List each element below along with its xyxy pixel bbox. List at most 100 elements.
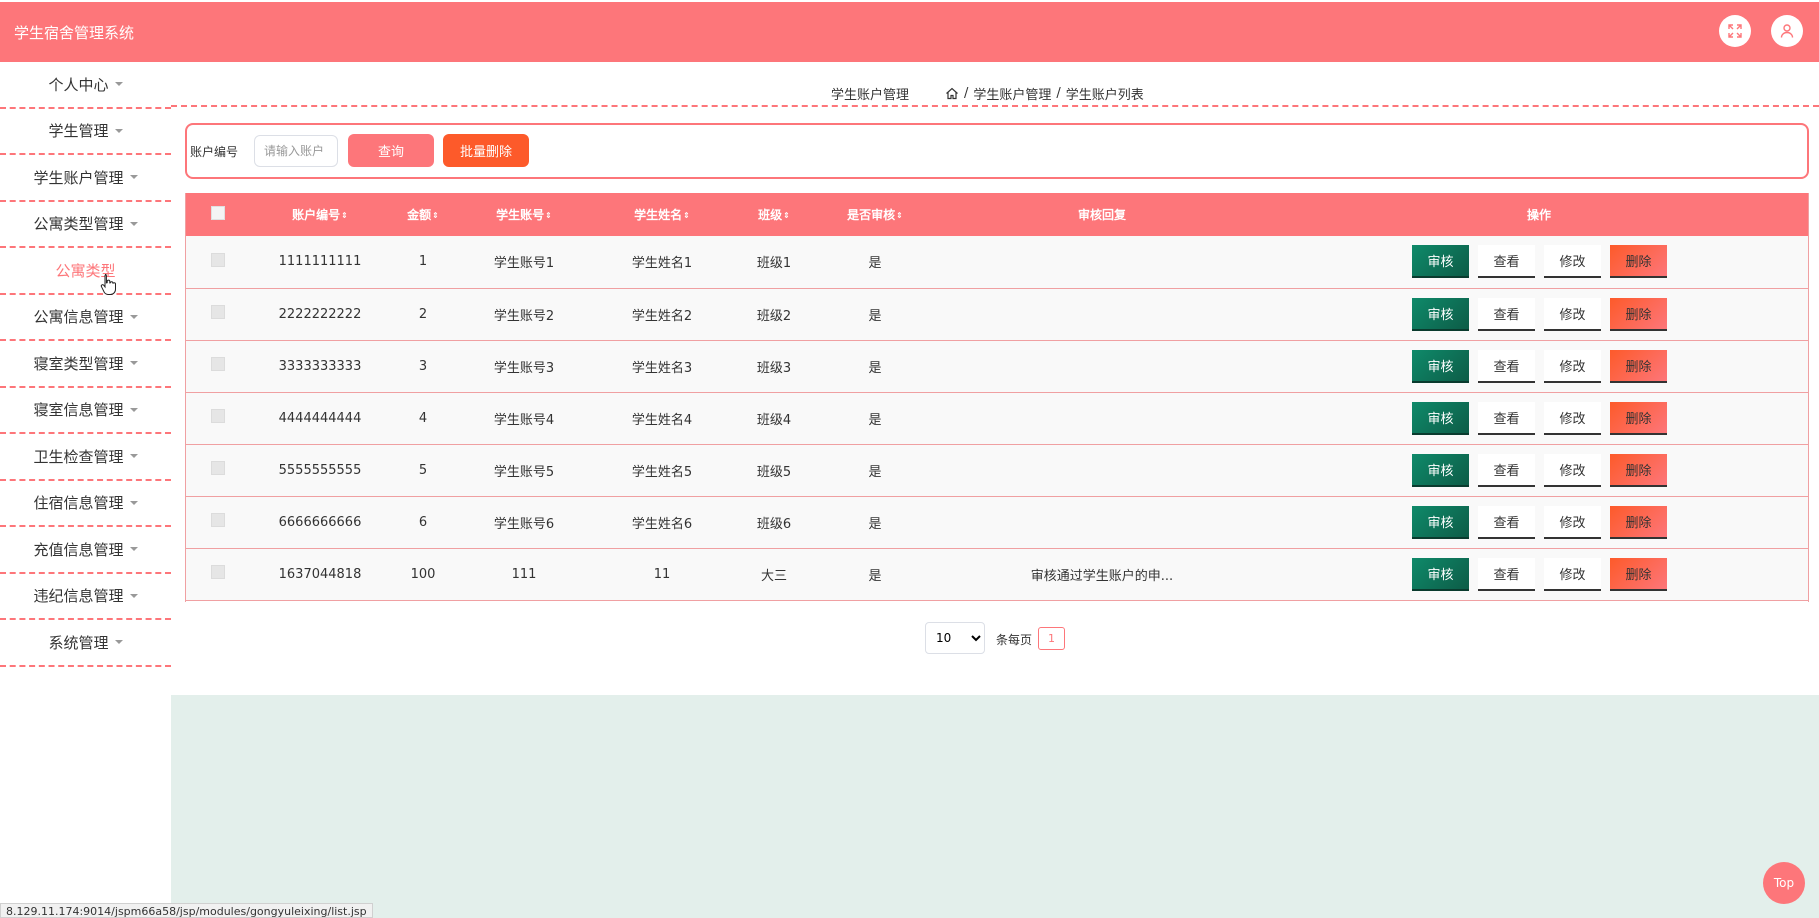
sidebar-item-students[interactable]: 学生管理 [0, 109, 171, 155]
sort-icon[interactable]: ⇕ [432, 211, 439, 220]
view-button[interactable]: 查看 [1478, 401, 1535, 435]
delete-button[interactable]: 删除 [1610, 245, 1667, 279]
student-account-cell: 学生账号6 [457, 496, 591, 549]
row-checkbox[interactable] [211, 461, 225, 475]
view-button[interactable]: 查看 [1478, 505, 1535, 539]
page-size-select[interactable]: 10 [925, 622, 985, 654]
sidebar-item-system[interactable]: 系统管理 [0, 620, 171, 667]
edit-button[interactable]: 修改 [1544, 245, 1601, 279]
row-checkbox[interactable] [211, 409, 225, 423]
actions-cell: 审核 查看 修改 删除 [1269, 340, 1809, 393]
breadcrumb-item-student-accounts[interactable]: 学生账户管理 [973, 84, 1051, 103]
row-checkbox[interactable] [211, 357, 225, 371]
column-header-reviewed[interactable]: 是否审核⇕ [815, 193, 935, 236]
review-button[interactable]: 审核 [1412, 297, 1469, 331]
edit-button[interactable]: 修改 [1544, 401, 1601, 435]
sidebar-item-accommodation[interactable]: 住宿信息管理 [0, 481, 171, 527]
sidebar-item-label: 违纪信息管理 [33, 587, 124, 606]
sidebar-item-recharge[interactable]: 充值信息管理 [0, 527, 171, 574]
view-button[interactable]: 查看 [1478, 245, 1535, 279]
view-button[interactable]: 查看 [1478, 557, 1535, 591]
table-header-row: 账户编号⇕ 金额⇕ 学生账号⇕ 学生姓名⇕ 班级⇕ 是否审核⇕ 审核回复 操作 [185, 193, 1809, 236]
actions-cell: 审核 查看 修改 删除 [1269, 236, 1809, 289]
review-button[interactable]: 审核 [1412, 505, 1469, 539]
sort-icon[interactable]: ⇕ [545, 211, 552, 220]
edit-button[interactable]: 修改 [1544, 297, 1601, 331]
reviewed-cell: 是 [815, 548, 935, 601]
review-button[interactable]: 审核 [1412, 453, 1469, 487]
delete-button[interactable]: 删除 [1610, 349, 1667, 383]
table-row: 4444444444 4 学生账号4 学生姓名4 班级4 是 审核 查看 修改 删除 [185, 392, 1809, 445]
view-button[interactable]: 查看 [1478, 453, 1535, 487]
amount-cell: 3 [389, 340, 457, 393]
table-row: 5555555555 5 学生账号5 学生姓名5 班级5 是 审核 查看 修改 删除 [185, 444, 1809, 497]
account-no-label: 账户编号 [190, 145, 239, 159]
query-button[interactable]: 查询 [348, 134, 434, 167]
column-header-class[interactable]: 班级⇕ [733, 193, 815, 236]
delete-button[interactable]: 删除 [1610, 297, 1667, 331]
reply-cell [935, 340, 1269, 393]
user-button[interactable] [1771, 15, 1803, 47]
delete-button[interactable]: 删除 [1610, 505, 1667, 539]
caret-down-icon [129, 361, 138, 366]
review-button[interactable]: 审核 [1412, 401, 1469, 435]
sidebar-subitem-apartment-type[interactable]: 公寓类型 [0, 248, 171, 295]
caret-down-icon [129, 593, 138, 598]
class-cell: 班级4 [733, 392, 815, 445]
edit-button[interactable]: 修改 [1544, 557, 1601, 591]
sidebar-item-apartment-types[interactable]: 公寓类型管理 [0, 202, 171, 248]
page-title: 学生账户管理 [831, 88, 910, 103]
sidebar-item-discipline[interactable]: 违纪信息管理 [0, 574, 171, 620]
review-button[interactable]: 审核 [1412, 245, 1469, 279]
student-name-cell: 学生姓名3 [591, 340, 733, 393]
view-button[interactable]: 查看 [1478, 297, 1535, 331]
hand-cursor-icon [100, 274, 116, 295]
row-checkbox[interactable] [211, 513, 225, 527]
sidebar-item-profile[interactable]: 个人中心 [0, 62, 171, 109]
row-select-cell [185, 444, 251, 497]
sidebar-item-dorm-types[interactable]: 寝室类型管理 [0, 341, 171, 388]
edit-button[interactable]: 修改 [1544, 453, 1601, 487]
view-button[interactable]: 查看 [1478, 349, 1535, 383]
actions-cell: 审核 查看 修改 删除 [1269, 496, 1809, 549]
sort-icon[interactable]: ⇕ [683, 211, 690, 220]
sidebar-item-student-accounts[interactable]: 学生账户管理 [0, 155, 171, 202]
edit-button[interactable]: 修改 [1544, 505, 1601, 539]
sidebar-item-apartment-info[interactable]: 公寓信息管理 [0, 295, 171, 341]
sort-icon[interactable]: ⇕ [783, 211, 790, 220]
sort-icon[interactable]: ⇕ [896, 211, 903, 220]
review-button[interactable]: 审核 [1412, 349, 1469, 383]
sort-icon[interactable]: ⇕ [341, 211, 348, 220]
student-name-cell: 学生姓名5 [591, 444, 733, 497]
row-select-cell [185, 392, 251, 445]
bulk-delete-button[interactable]: 批量删除 [443, 134, 529, 167]
delete-button[interactable]: 删除 [1610, 453, 1667, 487]
sidebar-item-dorm-info[interactable]: 寝室信息管理 [0, 388, 171, 434]
account-no-input[interactable] [254, 135, 338, 167]
page-number-button[interactable]: 1 [1038, 627, 1065, 650]
student-name-cell: 学生姓名1 [591, 236, 733, 289]
row-checkbox[interactable] [211, 305, 225, 319]
home-icon[interactable] [945, 87, 959, 100]
row-checkbox[interactable] [211, 252, 225, 267]
back-to-top-button[interactable]: Top [1763, 862, 1805, 904]
column-header-student-account[interactable]: 学生账号⇕ [457, 193, 591, 236]
column-header-amount[interactable]: 金额⇕ [389, 193, 457, 236]
fullscreen-button[interactable] [1719, 15, 1751, 47]
column-header-student-name[interactable]: 学生姓名⇕ [591, 193, 733, 236]
status-bar-url: 8.129.11.174:9014/jspm66a58/jsp/modules/… [0, 903, 373, 918]
delete-button[interactable]: 删除 [1610, 557, 1667, 591]
sidebar-item-hygiene[interactable]: 卫生检查管理 [0, 434, 171, 481]
select-all-checkbox[interactable] [211, 206, 225, 220]
column-header-account-no[interactable]: 账户编号⇕ [251, 193, 389, 236]
review-button[interactable]: 审核 [1412, 557, 1469, 591]
row-checkbox[interactable] [211, 565, 225, 579]
delete-button[interactable]: 删除 [1610, 401, 1667, 435]
row-select-cell [185, 288, 251, 341]
sidebar-item-label: 充值信息管理 [33, 540, 124, 559]
edit-button[interactable]: 修改 [1544, 349, 1601, 383]
caret-down-icon [129, 175, 138, 180]
table-row: 3333333333 3 学生账号3 学生姓名3 班级3 是 审核 查看 修改 删除 [185, 340, 1809, 393]
amount-cell: 4 [389, 392, 457, 445]
row-select-cell [185, 496, 251, 549]
